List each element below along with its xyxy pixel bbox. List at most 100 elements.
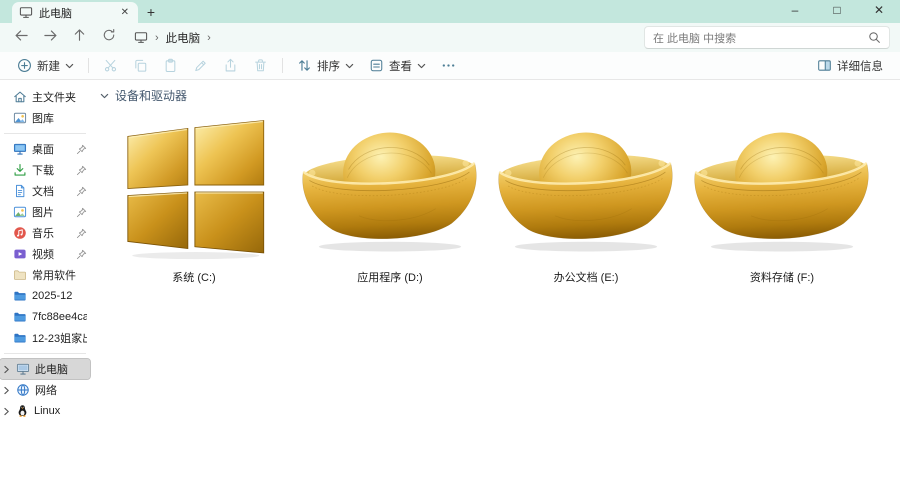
sidebar-item-label: Linux bbox=[34, 405, 87, 417]
tab-strip: 此电脑 ✕ + – □ ✕ bbox=[0, 0, 900, 23]
sidebar-item[interactable]: 网络 bbox=[0, 380, 90, 400]
sidebar-item-label: 图片 bbox=[32, 204, 71, 220]
pin-icon bbox=[76, 249, 87, 260]
minimize-button[interactable]: – bbox=[774, 0, 816, 22]
sidebar-item-label: 下载 bbox=[32, 162, 71, 178]
sidebar-item-label: 音乐 bbox=[32, 225, 71, 241]
delete-button[interactable] bbox=[246, 54, 275, 77]
videos-icon bbox=[13, 247, 27, 261]
explorer-body: 主文件夹图库桌面下载文档图片音乐视频常用软件 2025-127fc88ee4ca3… bbox=[0, 80, 900, 496]
sidebar-item-label: 文档 bbox=[32, 183, 71, 199]
view-button-label: 查看 bbox=[389, 58, 412, 74]
breadcrumb-separator[interactable]: › bbox=[207, 32, 211, 44]
paste-button[interactable] bbox=[156, 54, 185, 77]
drive-label: 办公文档 (E:) bbox=[554, 269, 619, 285]
search-icon[interactable] bbox=[868, 31, 881, 44]
sort-button[interactable]: 排序 bbox=[290, 54, 361, 77]
gold-ingot bbox=[301, 114, 479, 260]
chevron-right-icon[interactable] bbox=[2, 365, 11, 374]
maximize-button[interactable]: □ bbox=[816, 0, 858, 22]
details-panel-icon bbox=[817, 58, 832, 73]
clipboard-icon bbox=[163, 58, 178, 73]
cut-button[interactable] bbox=[96, 54, 125, 77]
up-button[interactable] bbox=[66, 26, 93, 50]
close-tab-icon[interactable]: ✕ bbox=[119, 7, 131, 18]
rename-button[interactable] bbox=[186, 54, 215, 77]
drive-tile[interactable]: 资料存储 (F:) bbox=[684, 106, 880, 285]
pin-icon bbox=[76, 186, 87, 197]
toolbar-divider bbox=[88, 58, 89, 73]
view-button[interactable]: 查看 bbox=[362, 54, 433, 77]
music-icon bbox=[13, 226, 27, 240]
back-button[interactable] bbox=[8, 26, 35, 50]
sidebar-divider bbox=[4, 353, 86, 354]
sort-arrows-icon bbox=[297, 58, 312, 73]
drive-label: 应用程序 (D:) bbox=[357, 269, 422, 285]
gallery-icon bbox=[13, 111, 27, 125]
sidebar-item[interactable]: 7fc88ee4ca36c5d bbox=[0, 307, 90, 327]
drive-tile[interactable]: 应用程序 (D:) bbox=[292, 106, 488, 285]
sidebar-item[interactable]: 图片 bbox=[0, 202, 90, 222]
sidebar-item[interactable]: 图库 bbox=[0, 108, 90, 128]
search-input[interactable]: 在 此电脑 中搜索 bbox=[644, 26, 890, 49]
gold-ingot bbox=[497, 114, 675, 260]
pictures-icon bbox=[13, 205, 27, 219]
toolbar-divider bbox=[282, 58, 283, 73]
tab-this-pc[interactable]: 此电脑 ✕ bbox=[12, 2, 138, 23]
view-icon bbox=[369, 58, 384, 73]
folder-icon bbox=[13, 310, 27, 324]
linux-icon bbox=[16, 404, 29, 418]
desktop-icon bbox=[13, 142, 27, 156]
breadcrumb-item[interactable]: 此电脑 bbox=[166, 30, 201, 46]
sidebar-item[interactable]: 常用软件 bbox=[0, 265, 90, 285]
drive-label: 资料存储 (F:) bbox=[750, 269, 814, 285]
more-icon bbox=[441, 58, 456, 73]
details-pane-button[interactable]: 详细信息 bbox=[810, 54, 890, 77]
sidebar-item[interactable]: 此电脑 bbox=[0, 359, 90, 379]
new-tab-button[interactable]: + bbox=[138, 2, 164, 22]
close-button[interactable]: ✕ bbox=[858, 0, 900, 22]
chevron-down-icon[interactable] bbox=[100, 92, 109, 100]
pin-icon bbox=[76, 207, 87, 218]
sidebar-item-label: 网络 bbox=[35, 382, 87, 398]
content-area: 设备和驱动器 系统 (C:) 应用程序 (D:) 办公文档 (E:) 资料存储 (F:… bbox=[92, 80, 900, 496]
this-pc-icon bbox=[16, 362, 30, 376]
folder-icon bbox=[13, 289, 27, 303]
share-icon bbox=[223, 58, 238, 73]
section-label: 设备和驱动器 bbox=[115, 87, 187, 104]
breadcrumb-separator: › bbox=[155, 32, 159, 44]
arrow-right-icon bbox=[43, 29, 58, 47]
network-icon bbox=[16, 383, 30, 397]
forward-button[interactable] bbox=[37, 26, 64, 50]
chevron-right-icon[interactable] bbox=[2, 386, 11, 395]
chevron-down-icon bbox=[345, 62, 354, 70]
sidebar-item[interactable]: Linux bbox=[0, 401, 90, 421]
sidebar-item[interactable]: 桌面 bbox=[0, 139, 90, 159]
sidebar-item[interactable]: 12-23姐家出游 bbox=[0, 328, 90, 348]
address-bar: › 此电脑 › 在 此电脑 中搜索 bbox=[0, 23, 900, 52]
breadcrumb[interactable]: › 此电脑 › bbox=[124, 26, 642, 49]
sidebar-item[interactable]: 文档 bbox=[0, 181, 90, 201]
section-devices-and-drives[interactable]: 设备和驱动器 bbox=[96, 87, 900, 106]
share-button[interactable] bbox=[216, 54, 245, 77]
gold-windows-logo bbox=[118, 114, 270, 260]
tab-title: 此电脑 bbox=[39, 5, 113, 21]
more-button[interactable] bbox=[434, 54, 463, 77]
refresh-button[interactable] bbox=[95, 26, 122, 50]
copy-button[interactable] bbox=[126, 54, 155, 77]
new-button[interactable]: 新建 bbox=[10, 54, 81, 77]
document-icon bbox=[13, 184, 27, 198]
sidebar-item-label: 常用软件 bbox=[32, 267, 87, 283]
rename-icon bbox=[193, 58, 208, 73]
sidebar-item[interactable]: 2025-12 bbox=[0, 286, 90, 306]
drive-tile[interactable]: 系统 (C:) bbox=[96, 106, 292, 285]
drive-tile[interactable]: 办公文档 (E:) bbox=[488, 106, 684, 285]
chevron-down-icon bbox=[65, 62, 74, 70]
sidebar-item[interactable]: 主文件夹 bbox=[0, 87, 90, 107]
sidebar-item[interactable]: 下载 bbox=[0, 160, 90, 180]
sidebar-item[interactable]: 视频 bbox=[0, 244, 90, 264]
chevron-right-icon[interactable] bbox=[2, 407, 11, 416]
plus-circle-icon bbox=[17, 58, 32, 73]
downloads-icon bbox=[13, 163, 27, 177]
sidebar-item[interactable]: 音乐 bbox=[0, 223, 90, 243]
